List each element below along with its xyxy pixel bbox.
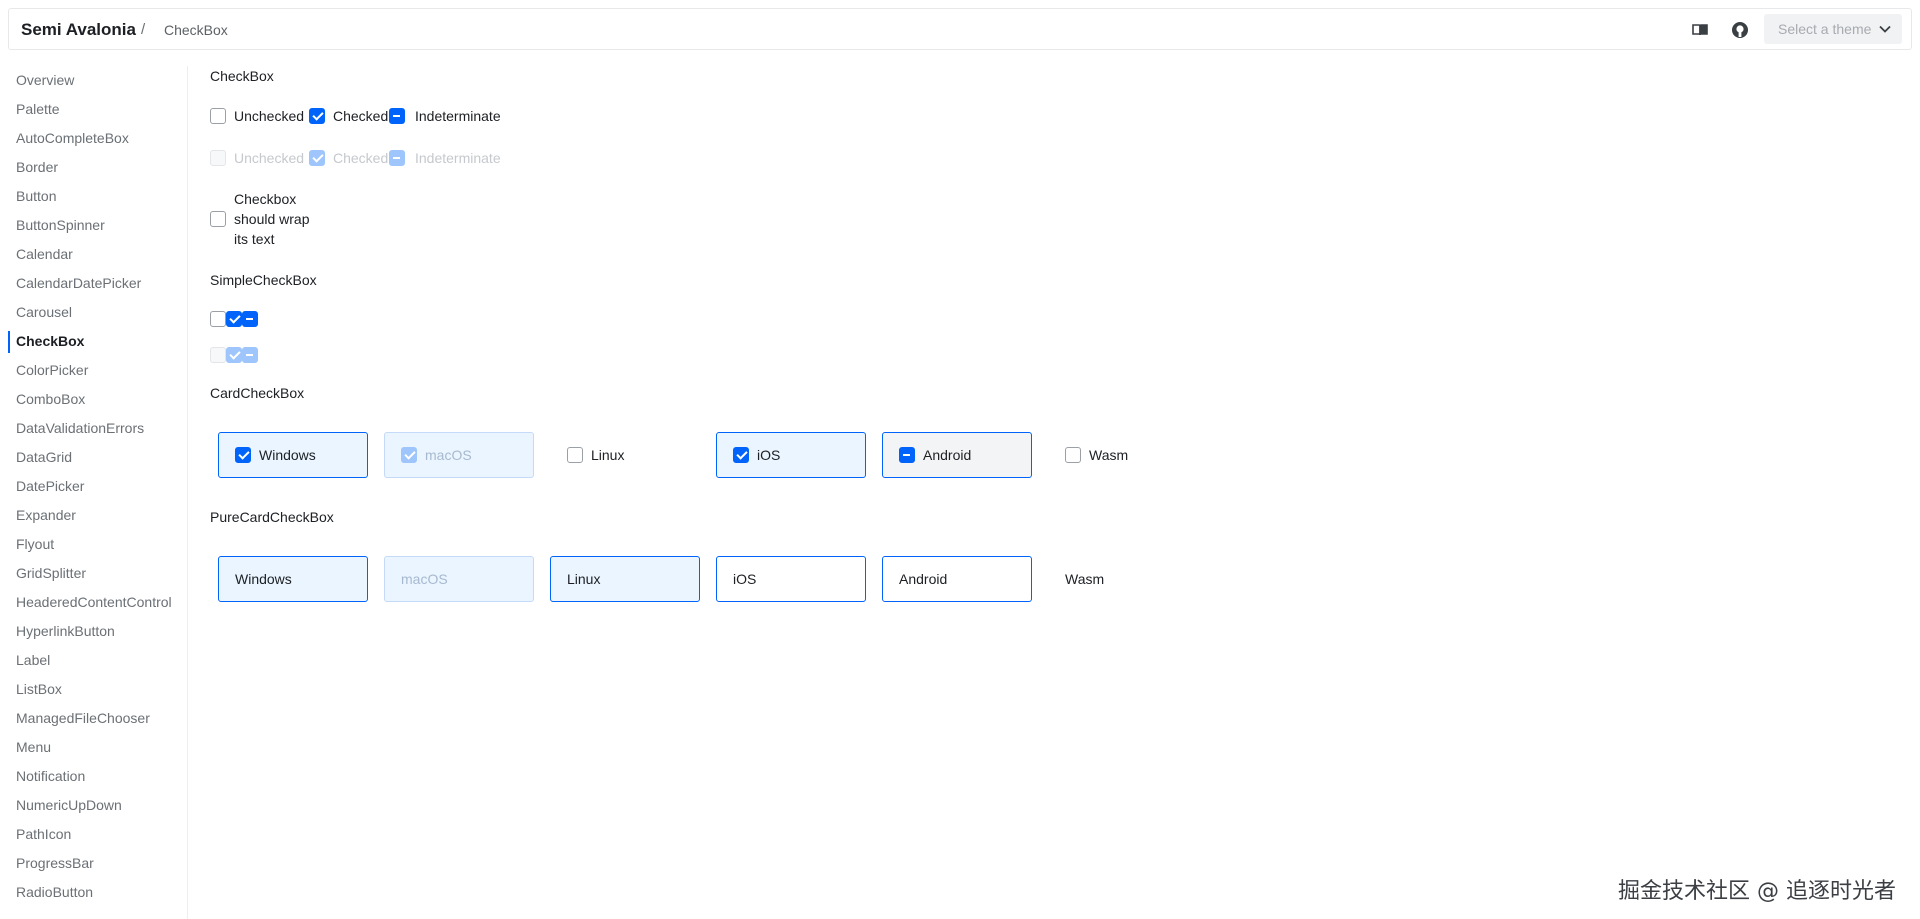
simple-checkbox-unchecked-disabled: [210, 347, 226, 363]
sidebar-item-carousel[interactable]: Carousel: [8, 298, 187, 327]
sidebar-item-checkbox[interactable]: CheckBox: [8, 327, 187, 356]
checkbox-label: Unchecked: [234, 150, 305, 166]
checkbox-box: [309, 150, 325, 166]
card-checkbox-linux[interactable]: Linux: [550, 432, 700, 478]
simple-checkbox-indeterminate[interactable]: [242, 311, 258, 327]
checkbox-box: [235, 447, 251, 463]
card-checkbox-ios[interactable]: iOS: [716, 432, 866, 478]
checkbox-box[interactable]: [210, 211, 226, 227]
checkbox-wrap-label: Checkbox should wrap its text: [234, 191, 310, 247]
sidebar-item-datagrid[interactable]: DataGrid: [8, 443, 187, 472]
checkbox-label: Checked: [333, 150, 389, 166]
checkbox-label: Checked: [333, 108, 389, 124]
simple-checkbox-row: [210, 311, 258, 327]
sidebar-item-calendar[interactable]: Calendar: [8, 240, 187, 269]
sidebar-item-gridsplitter[interactable]: GridSplitter: [8, 559, 187, 588]
sidebar-item-combobox[interactable]: ComboBox: [8, 385, 187, 414]
sidebar-item-flyout[interactable]: Flyout: [8, 530, 187, 559]
checkbox-label: Indeterminate: [415, 108, 501, 124]
pure-card-checkbox-section-title: PureCardCheckBox: [210, 509, 334, 525]
sidebar-item-datavalidationerrors[interactable]: DataValidationErrors: [8, 414, 187, 443]
checkbox-box[interactable]: [389, 108, 405, 124]
simple-checkbox-unchecked[interactable]: [210, 311, 226, 327]
pure-card-windows[interactable]: Windows: [218, 556, 368, 602]
sidebar-item-notification[interactable]: Notification: [8, 762, 187, 791]
checkbox-box: [210, 150, 226, 166]
simple-checkbox-checked[interactable]: [226, 311, 242, 327]
card-label: macOS: [425, 447, 472, 463]
checkbox-box[interactable]: [210, 108, 226, 124]
sidebar-item-expander[interactable]: Expander: [8, 501, 187, 530]
sidebar-item-headeredcontentcontrol[interactable]: HeaderedContentControl: [8, 588, 187, 617]
checkbox-label: Unchecked: [234, 108, 305, 124]
card-label: iOS: [757, 447, 781, 463]
card-checkbox-wasm[interactable]: Wasm: [1048, 432, 1198, 478]
checkbox-unchecked-disabled: Unchecked: [210, 150, 304, 166]
sidebar-item-colorpicker[interactable]: ColorPicker: [8, 356, 187, 385]
simple-checkbox-row-disabled: [210, 347, 258, 363]
checkbox-box: [401, 447, 417, 463]
sidebar-item-datepicker[interactable]: DatePicker: [8, 472, 187, 501]
simple-checkbox-indeterminate-disabled: [242, 347, 258, 363]
card-checkbox-macos: macOS: [384, 432, 534, 478]
checkbox-indeterminate[interactable]: Indeterminate: [389, 108, 501, 124]
checkbox-box: [567, 447, 583, 463]
checkbox-box: [1065, 447, 1081, 463]
sidebar-item-overview[interactable]: Overview: [8, 66, 187, 95]
sidebar-item-buttonspinner[interactable]: ButtonSpinner: [8, 211, 187, 240]
simple-checkbox-checked-disabled: [226, 347, 242, 363]
sidebar-item-calendardatepicker[interactable]: CalendarDatePicker: [8, 269, 187, 298]
checkbox-section-title: CheckBox: [210, 68, 274, 84]
sidebar-item-hyperlinkbutton[interactable]: HyperlinkButton: [8, 617, 187, 646]
simple-checkbox-section-title: SimpleCheckBox: [210, 272, 317, 288]
checkbox-checked[interactable]: Checked: [309, 108, 388, 124]
pure-card-ios[interactable]: iOS: [716, 556, 866, 602]
checkbox-box[interactable]: [309, 108, 325, 124]
sidebar-item-label[interactable]: Label: [8, 646, 187, 675]
pure-card-linux[interactable]: Linux: [550, 556, 700, 602]
sidebar-item-palette[interactable]: Palette: [8, 95, 187, 124]
card-label: Linux: [591, 447, 625, 463]
checkbox-unchecked[interactable]: Unchecked: [210, 108, 304, 124]
card-label: Windows: [259, 447, 316, 463]
checkbox-label: Indeterminate: [415, 150, 501, 166]
card-checkbox-windows[interactable]: Windows: [218, 432, 368, 478]
checkbox-box: [389, 150, 405, 166]
card-label: Android: [923, 447, 972, 463]
sidebar-item-radiobutton[interactable]: RadioButton: [8, 878, 187, 907]
sidebar-item-menu[interactable]: Menu: [8, 733, 187, 762]
watermark-text: 掘金技术社区 @ 追逐时光者: [1618, 879, 1896, 904]
sidebar-nav: Overview Palette AutoCompleteBox Border Butt…: [8, 66, 188, 919]
card-checkbox-android[interactable]: Android: [882, 432, 1032, 478]
brand-title[interactable]: Semi Avalonia: [21, 20, 136, 40]
sidebar-item-button[interactable]: Button: [8, 182, 187, 211]
pure-card-wasm[interactable]: Wasm: [1048, 556, 1198, 602]
sidebar-item-border[interactable]: Border: [8, 153, 187, 182]
breadcrumb-separator: /: [141, 21, 146, 38]
card-label: Wasm: [1089, 447, 1129, 463]
checkbox-wrap[interactable]: Checkbox should wrap its text: [210, 189, 330, 249]
sidebar-item-autocompletebox[interactable]: AutoCompleteBox: [8, 124, 187, 153]
sidebar-item-pathicon[interactable]: PathIcon: [8, 820, 187, 849]
checkbox-indeterminate-disabled: Indeterminate: [389, 150, 501, 166]
card-checkbox-section-title: CardCheckBox: [210, 385, 305, 401]
checkbox-checked-disabled: Checked: [309, 150, 388, 166]
pure-card-android[interactable]: Android: [882, 556, 1032, 602]
main-content: CheckBox Unchecked Checked Indeterminate…: [210, 0, 1910, 919]
checkbox-box: [733, 447, 749, 463]
sidebar-item-progressbar[interactable]: ProgressBar: [8, 849, 187, 878]
sidebar-item-numericupdown[interactable]: NumericUpDown: [8, 791, 187, 820]
pure-card-macos: macOS: [384, 556, 534, 602]
checkbox-box: [899, 447, 915, 463]
sidebar-item-managedfilechooser[interactable]: ManagedFileChooser: [8, 704, 187, 733]
sidebar-item-listbox[interactable]: ListBox: [8, 675, 187, 704]
